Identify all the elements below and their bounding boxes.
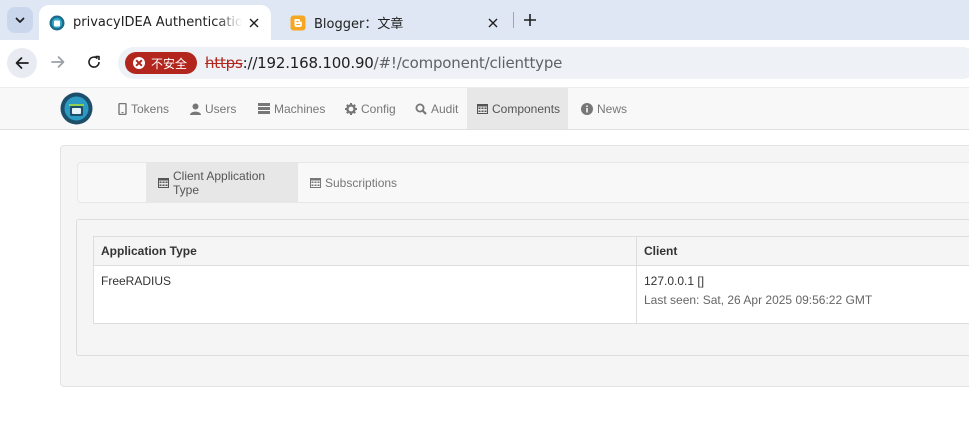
nav-tokens-label: Tokens	[131, 101, 170, 116]
plus-icon	[524, 14, 536, 26]
calendar-icon	[477, 103, 488, 114]
client-last-seen: Last seen: Sat, 26 Apr 2025 09:56:22 GMT	[644, 293, 873, 307]
nav-news[interactable]: News	[571, 88, 637, 129]
back-button[interactable]	[7, 48, 37, 78]
browser-toolbar: 不安全 https://192.168.100.90/#!/component/…	[0, 40, 969, 85]
subnav-subscriptions-label: Subscriptions	[325, 175, 398, 190]
url-text[interactable]: https://192.168.100.90/#!/component/clie…	[205, 54, 562, 72]
tab-separator	[513, 12, 514, 28]
components-container: Client Application Type Subscriptions Ap…	[60, 145, 969, 387]
browser-tab-privacyidea[interactable]: privacyIDEA Authentication System	[39, 5, 271, 40]
warning-icon	[133, 57, 145, 69]
nav-audit[interactable]: Audit	[405, 88, 468, 129]
search-icon	[415, 103, 427, 115]
tab-title: privacyIDEA Authentication System	[73, 15, 242, 30]
browser-tab-blogger[interactable]: Blogger：文章	[280, 5, 510, 40]
calendar-icon	[310, 177, 321, 188]
components-subnav: Client Application Type Subscriptions	[77, 162, 969, 203]
calendar-icon	[158, 177, 169, 188]
chevron-down-icon	[15, 17, 25, 23]
cell-application-type: FreeRADIUS	[93, 265, 637, 324]
user-icon	[190, 103, 201, 115]
machines-icon	[258, 103, 270, 114]
browser-tab-strip: privacyIDEA Authentication System Blogge…	[0, 0, 969, 40]
nav-users[interactable]: Users	[180, 88, 246, 129]
cell-client: 127.0.0.1 [] Last seen: Sat, 26 Apr 2025…	[636, 265, 969, 324]
client-address: 127.0.0.1 []	[644, 274, 705, 288]
subnav-subscriptions[interactable]: Subscriptions	[298, 163, 409, 202]
tab-search-button[interactable]	[7, 7, 33, 33]
nav-users-label: Users	[205, 101, 237, 116]
gear-icon	[345, 102, 357, 115]
url-path: /#!/component/clienttype	[373, 54, 563, 72]
table-header-row: Application Type Client	[93, 236, 969, 266]
nav-machines-label: Machines	[274, 101, 326, 116]
tab-title: Blogger：文章	[314, 17, 404, 32]
arrow-left-icon	[15, 57, 29, 69]
reload-icon	[88, 55, 100, 68]
privacyidea-favicon-icon	[49, 15, 65, 30]
new-tab-button[interactable]	[520, 10, 540, 30]
client-type-table: Application Type Client FreeRADIUS 127.0…	[93, 236, 969, 324]
nav-config-label: Config	[361, 101, 396, 116]
close-icon	[249, 18, 259, 27]
nav-components[interactable]: Components	[467, 88, 568, 129]
reload-button[interactable]	[80, 48, 108, 76]
column-header-client[interactable]: Client	[636, 236, 969, 266]
privacyidea-logo[interactable]	[60, 92, 93, 125]
nav-components-label: Components	[492, 101, 561, 116]
arrow-right-icon	[51, 56, 65, 68]
url-scheme: https	[205, 54, 243, 72]
not-secure-badge[interactable]: 不安全	[125, 52, 198, 74]
subnav-client-application-type-label: Client Application Type	[173, 168, 266, 197]
table-row: FreeRADIUS 127.0.0.1 [] Last seen: Sat, …	[93, 265, 969, 324]
nav-tokens[interactable]: Tokens	[108, 88, 179, 129]
close-tab-button[interactable]	[246, 15, 262, 31]
nav-config[interactable]: Config	[335, 88, 406, 129]
url-host: ://192.168.100.90	[242, 54, 374, 72]
info-icon	[581, 102, 593, 115]
blogger-favicon-icon	[290, 15, 306, 30]
nav-machines[interactable]: Machines	[248, 88, 335, 129]
not-secure-label: 不安全	[151, 56, 188, 71]
app-navbar: Tokens Users Machines Config Audit Compo…	[0, 87, 969, 130]
close-icon	[488, 18, 498, 27]
client-type-panel: Application Type Client FreeRADIUS 127.0…	[76, 219, 969, 356]
phone-icon	[118, 102, 127, 115]
column-header-application-type[interactable]: Application Type	[93, 236, 637, 266]
subnav-client-application-type[interactable]: Client Application Type	[146, 163, 298, 202]
forward-button[interactable]	[44, 48, 72, 76]
nav-audit-label: Audit	[431, 101, 459, 116]
close-tab-button[interactable]	[485, 15, 501, 31]
address-bar[interactable]: 不安全 https://192.168.100.90/#!/component/…	[118, 47, 969, 79]
nav-news-label: News	[597, 101, 628, 116]
